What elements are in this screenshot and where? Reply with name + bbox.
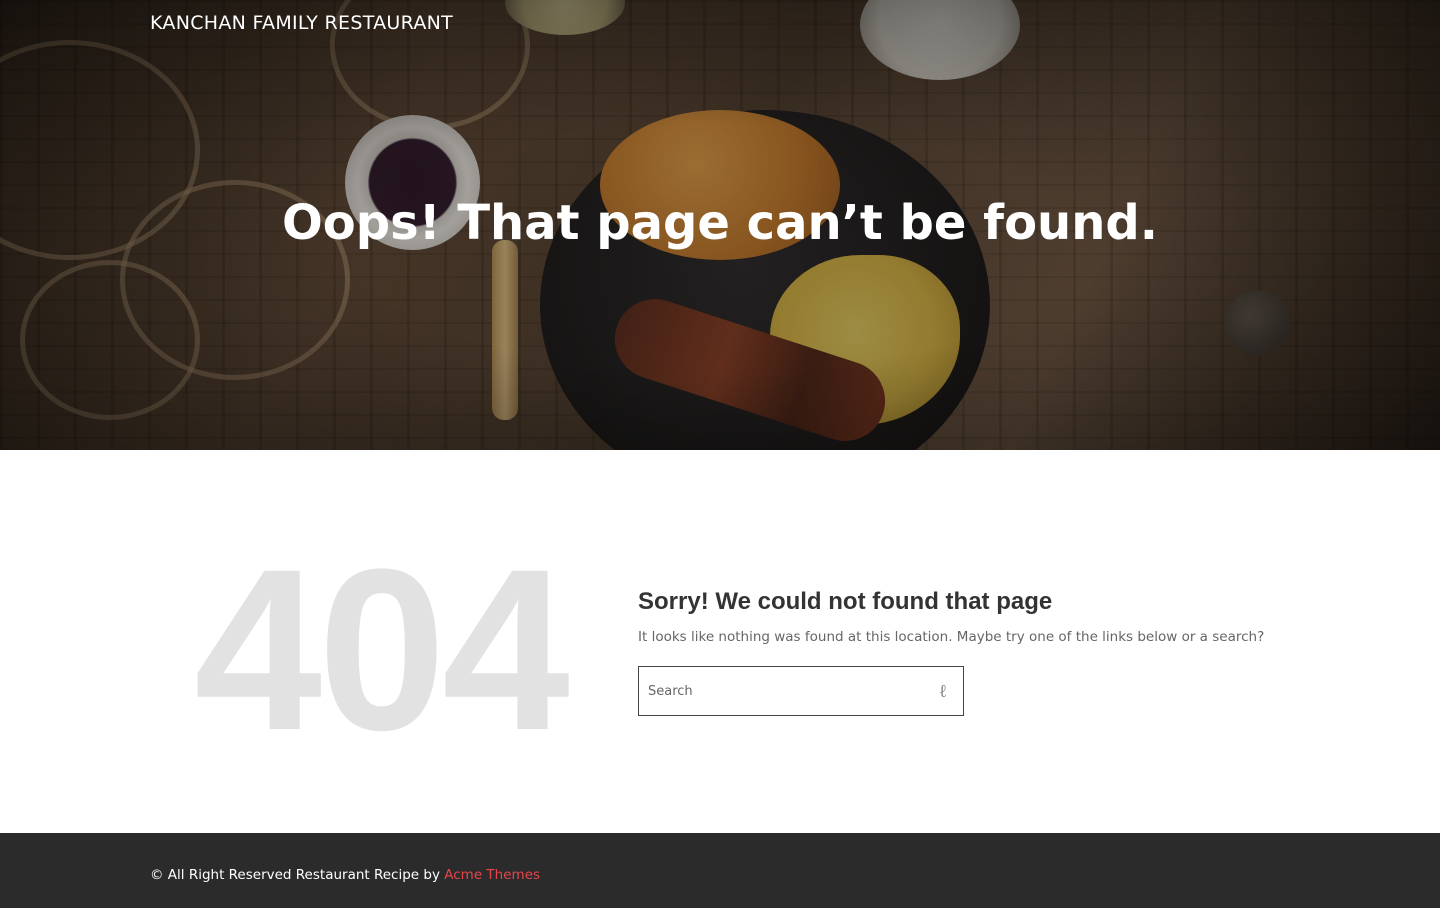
search-input[interactable]	[639, 667, 919, 715]
search-icon: ℓ	[938, 680, 948, 702]
site-title-link[interactable]: KANCHAN FAMILY RESTAURANT	[150, 12, 453, 34]
page-title: Oops! That page can’t be found.	[282, 195, 1158, 251]
error-message: It looks like nothing was found at this …	[638, 629, 1265, 645]
search-button[interactable]: ℓ	[923, 667, 963, 715]
error-title: Sorry! We could not found that page	[638, 588, 1053, 615]
error-code: 404	[194, 521, 570, 778]
search-form: ℓ	[638, 666, 964, 716]
site-footer: © All Right Reserved Restaurant Recipe b…	[0, 833, 1440, 908]
footer-copyright: © All Right Reserved Restaurant Recipe b…	[150, 867, 540, 883]
acme-themes-link[interactable]: Acme Themes	[444, 867, 540, 883]
copyright-text: © All Right Reserved Restaurant Recipe b…	[150, 867, 440, 883]
hero-banner: KANCHAN FAMILY RESTAURANT Oops! That pag…	[0, 0, 1440, 450]
